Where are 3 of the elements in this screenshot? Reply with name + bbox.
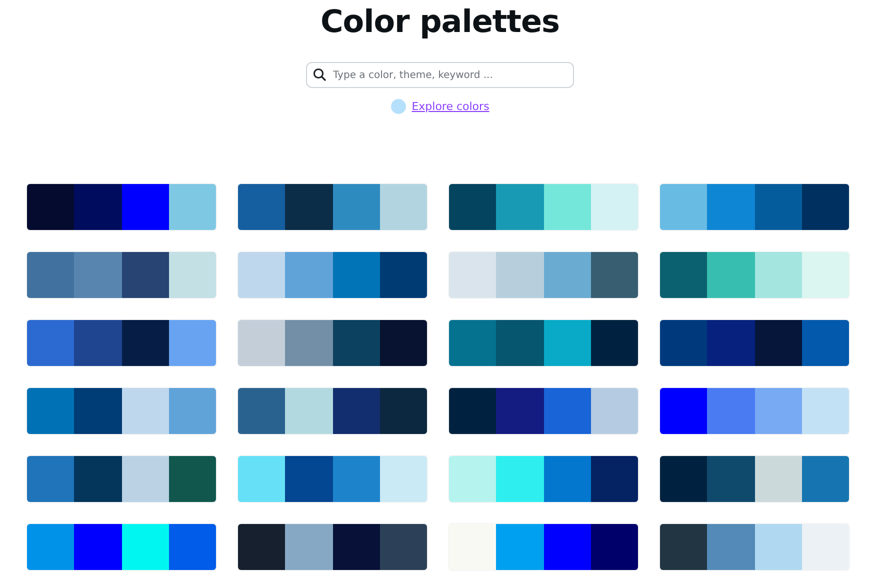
search-field[interactable]: Type a color, theme, keyword ... <box>306 62 574 88</box>
explore-colors-link[interactable]: Explore colors <box>412 100 490 113</box>
page-title: Color palettes <box>320 3 560 42</box>
